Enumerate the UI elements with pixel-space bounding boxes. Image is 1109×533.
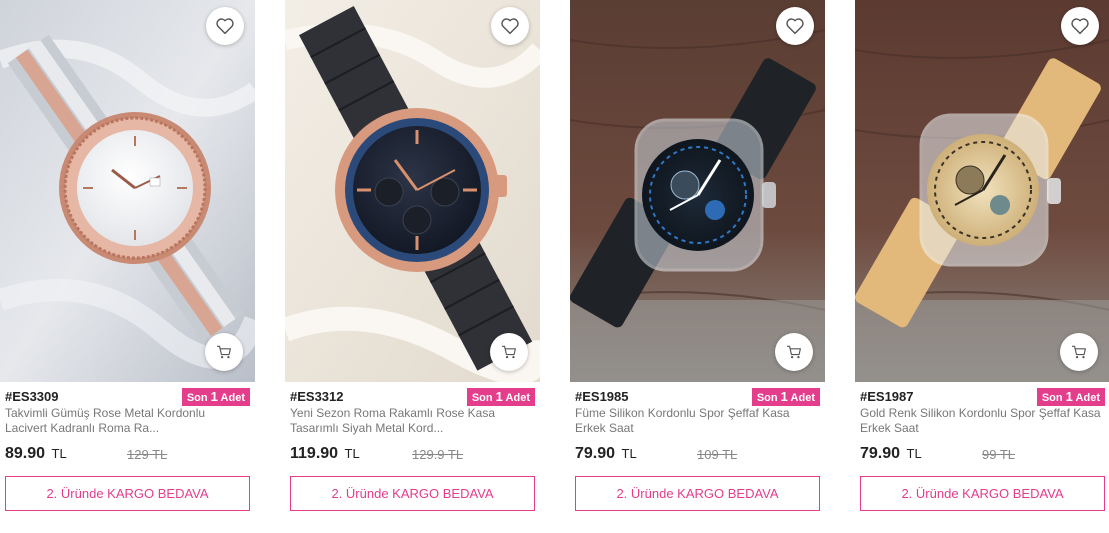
old-price: 129 TL: [127, 447, 168, 462]
heart-outline-icon: [216, 18, 234, 35]
product-code: #ES3309: [5, 389, 59, 404]
heart-outline-icon: [1071, 18, 1089, 35]
product-price: 89.90 TL: [5, 445, 67, 463]
stock-badge-suffix: Adet: [505, 392, 530, 404]
favorite-button[interactable]: [206, 7, 244, 45]
product-title[interactable]: Takvimli Gümüş Rose Metal Kordonlu Laciv…: [5, 406, 250, 436]
old-price: 99 TL: [982, 447, 1016, 462]
product-code: #ES1987: [860, 389, 914, 404]
free-shipping-promo-button[interactable]: 2. Üründe KARGO BEDAVA: [5, 476, 250, 511]
stock-badge: Son 1 Adet: [1036, 388, 1105, 406]
shopping-cart-icon: [1072, 345, 1086, 359]
product-title[interactable]: Füme Silikon Kordonlu Spor Şeffaf Kasa E…: [575, 406, 820, 436]
product-image[interactable]: [285, 0, 540, 382]
stock-badge-suffix: Adet: [1075, 392, 1100, 404]
stock-badge-suffix: Adet: [790, 392, 815, 404]
product-price: 119.90 TL: [290, 445, 360, 463]
free-shipping-promo-button[interactable]: 2. Üründe KARGO BEDAVA: [575, 476, 820, 511]
stock-badge-prefix: Son: [471, 392, 493, 404]
shopping-cart-icon: [502, 345, 516, 359]
product-code: #ES1985: [575, 389, 629, 404]
product-grid: #ES3309 Son 1 Adet Takvimli Gümüş Rose M…: [0, 0, 1109, 533]
heart-outline-icon: [786, 18, 804, 35]
favorite-button[interactable]: [1061, 7, 1099, 45]
product-card[interactable]: #ES3312 Son 1 Adet Yeni Sezon Roma Rakam…: [285, 0, 540, 533]
product-card[interactable]: #ES1985 Son 1 Adet Füme Silikon Kordonlu…: [570, 0, 825, 533]
product-price: 79.90 TL: [575, 445, 637, 463]
stock-badge-count: 1: [1065, 389, 1073, 404]
stock-badge-count: 1: [780, 389, 788, 404]
free-shipping-promo-button[interactable]: 2. Üründe KARGO BEDAVA: [290, 476, 535, 511]
old-price: 129.9 TL: [412, 447, 464, 462]
product-card[interactable]: #ES3309 Son 1 Adet Takvimli Gümüş Rose M…: [0, 0, 255, 533]
favorite-button[interactable]: [776, 7, 814, 45]
product-image[interactable]: [0, 0, 255, 382]
price-value: 119.90: [290, 445, 339, 462]
add-to-cart-button[interactable]: [490, 333, 528, 371]
price-currency: TL: [51, 446, 67, 461]
product-image[interactable]: [855, 0, 1109, 382]
stock-badge: Son 1 Adet: [466, 388, 535, 406]
free-shipping-promo-button[interactable]: 2. Üründe KARGO BEDAVA: [860, 476, 1105, 511]
price-value: 79.90: [860, 445, 901, 462]
product-image[interactable]: [570, 0, 825, 382]
product-title[interactable]: Gold Renk Silikon Kordonlu Spor Şeffaf K…: [860, 406, 1105, 436]
stock-badge-count: 1: [495, 389, 503, 404]
stock-badge-count: 1: [210, 389, 218, 404]
stock-badge-prefix: Son: [1041, 392, 1063, 404]
product-code: #ES3312: [290, 389, 344, 404]
product-title[interactable]: Yeni Sezon Roma Rakamlı Rose Kasa Tasarı…: [290, 406, 535, 436]
stock-badge: Son 1 Adet: [181, 388, 250, 406]
add-to-cart-button[interactable]: [775, 333, 813, 371]
price-value: 89.90: [5, 445, 46, 462]
shopping-cart-icon: [217, 345, 231, 359]
add-to-cart-button[interactable]: [205, 333, 243, 371]
stock-badge-suffix: Adet: [220, 392, 245, 404]
old-price: 109 TL: [697, 447, 738, 462]
price-value: 79.90: [575, 445, 616, 462]
heart-outline-icon: [501, 18, 519, 35]
price-currency: TL: [906, 446, 922, 461]
product-card[interactable]: #ES1987 Son 1 Adet Gold Renk Silikon Kor…: [855, 0, 1109, 533]
stock-badge-prefix: Son: [756, 392, 778, 404]
favorite-button[interactable]: [491, 7, 529, 45]
stock-badge: Son 1 Adet: [751, 388, 820, 406]
price-currency: TL: [344, 446, 360, 461]
shopping-cart-icon: [787, 345, 801, 359]
product-price: 79.90 TL: [860, 445, 922, 463]
stock-badge-prefix: Son: [186, 392, 208, 404]
price-currency: TL: [621, 446, 637, 461]
add-to-cart-button[interactable]: [1060, 333, 1098, 371]
